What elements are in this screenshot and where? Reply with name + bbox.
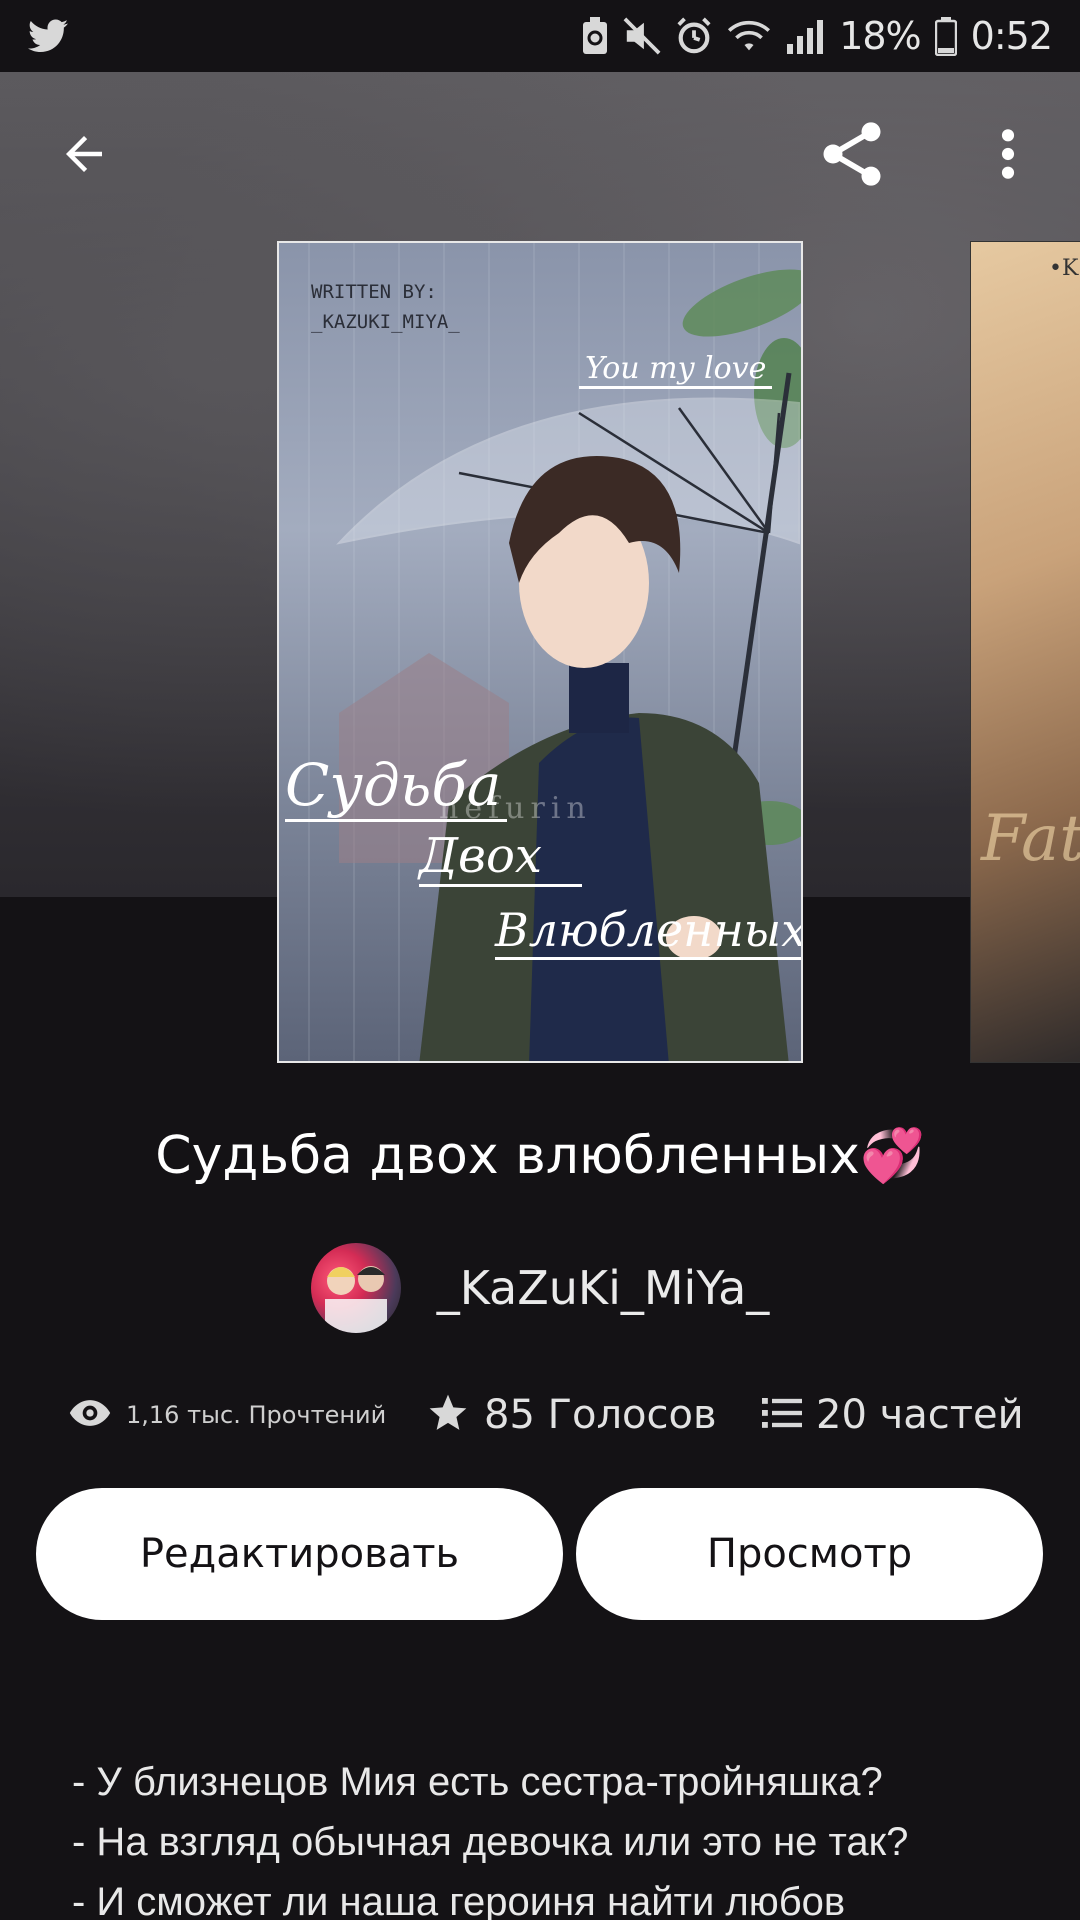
- cover-title-line2: Двох: [419, 828, 582, 887]
- cover-watermark: nefurin: [439, 791, 592, 826]
- share-icon: [814, 116, 890, 196]
- author-name[interactable]: _KaZuKi_MiYa_: [437, 1261, 770, 1315]
- parts-count: 20 частей: [816, 1392, 1024, 1438]
- more-vertical-icon: [1000, 126, 1016, 186]
- votes-stat: 85 Голосов: [426, 1391, 717, 1439]
- edit-button[interactable]: Редактировать: [36, 1488, 563, 1620]
- more-options-button[interactable]: [960, 108, 1056, 204]
- mute-icon: [623, 17, 661, 55]
- share-button[interactable]: [804, 108, 900, 204]
- story-description: - У близнецов Мия есть сестра-тройняшка?…: [72, 1752, 1032, 1920]
- cover-author-tag: _KAZUKI_MIYA_: [311, 311, 460, 333]
- book-cover[interactable]: WRITTEN BY: _KAZUKI_MIYA_ You my love Су…: [277, 241, 803, 1063]
- clock: 0:52: [970, 14, 1053, 58]
- reads-stat: 1,16 тыс. Прочтений: [68, 1398, 386, 1432]
- description-line: - У близнецов Мия есть сестра-тройняшка?: [72, 1760, 883, 1804]
- reads-count: 1,16 тыс. Прочтений: [126, 1401, 387, 1429]
- next-cover-title: Fate: [981, 802, 1080, 876]
- author-row[interactable]: _KaZuKi_MiYa_: [0, 1240, 1080, 1336]
- next-book-cover[interactable]: •K Fate: [970, 241, 1080, 1063]
- next-cover-corner-text: •K: [1049, 256, 1079, 281]
- alarm-icon: [675, 17, 713, 55]
- battery-percent: 18%: [839, 14, 921, 58]
- cover-title-line3: Влюбленных: [495, 903, 801, 960]
- cover-written-by: WRITTEN BY:: [311, 281, 437, 303]
- star-icon: [426, 1391, 470, 1439]
- book-title: Судьба двох влюбленных💞: [155, 1126, 925, 1186]
- status-bar: 18% 0:52: [0, 0, 1080, 72]
- back-button[interactable]: [36, 108, 132, 204]
- parts-stat[interactable]: 20 частей: [762, 1392, 1024, 1438]
- story-stats: 1,16 тыс. Прочтений 85 Голосов 20 частей: [0, 1380, 1080, 1450]
- story-details-screen: 18% 0:52 WRITTEN BY: _KAZUKI_MIYA_ You m…: [0, 0, 1080, 1920]
- eye-icon: [68, 1398, 112, 1432]
- arrow-left-icon: [57, 127, 111, 185]
- wifi-icon: [727, 18, 771, 54]
- preview-button[interactable]: Просмотр: [576, 1488, 1043, 1620]
- avatar[interactable]: [310, 1243, 401, 1333]
- signal-icon: [785, 18, 825, 54]
- avatar-image: [324, 1266, 387, 1333]
- votes-count: 85 Голосов: [484, 1392, 717, 1438]
- list-icon: [762, 1396, 802, 1434]
- description-line: - На взгляд обычная девочка или это не т…: [72, 1820, 909, 1864]
- battery-saver-icon: [581, 16, 609, 56]
- twitter-icon: [28, 19, 68, 53]
- battery-icon: [934, 16, 957, 56]
- description-line: - И сможет ли наша героиня найти любов: [72, 1880, 846, 1920]
- cover-tagline: You my love: [579, 351, 773, 389]
- top-app-bar: [0, 100, 1080, 210]
